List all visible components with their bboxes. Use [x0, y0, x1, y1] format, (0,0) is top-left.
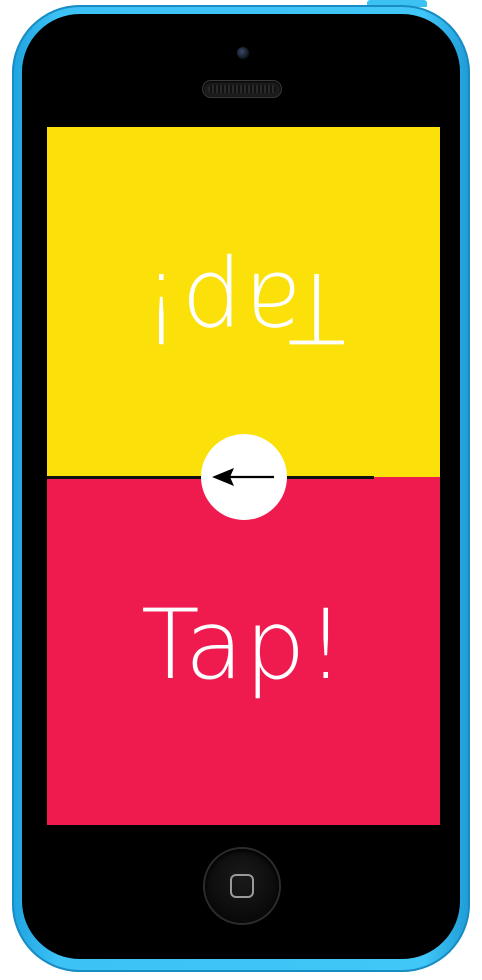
earpiece-speaker — [203, 81, 281, 97]
bottom-player-zone[interactable]: Tap! — [47, 477, 440, 825]
left-arrow-icon — [212, 468, 274, 486]
top-player-zone[interactable]: Tap! — [47, 127, 440, 477]
front-camera — [237, 47, 249, 59]
back-button[interactable] — [201, 434, 287, 520]
top-player-tap-label: Tap! — [141, 251, 346, 363]
home-square-icon — [230, 874, 254, 898]
home-button[interactable] — [205, 849, 279, 923]
bottom-player-tap-label: Tap! — [141, 589, 346, 701]
page: Tap! Tap! — [0, 0, 482, 980]
game-screen: Tap! Tap! — [47, 127, 440, 825]
